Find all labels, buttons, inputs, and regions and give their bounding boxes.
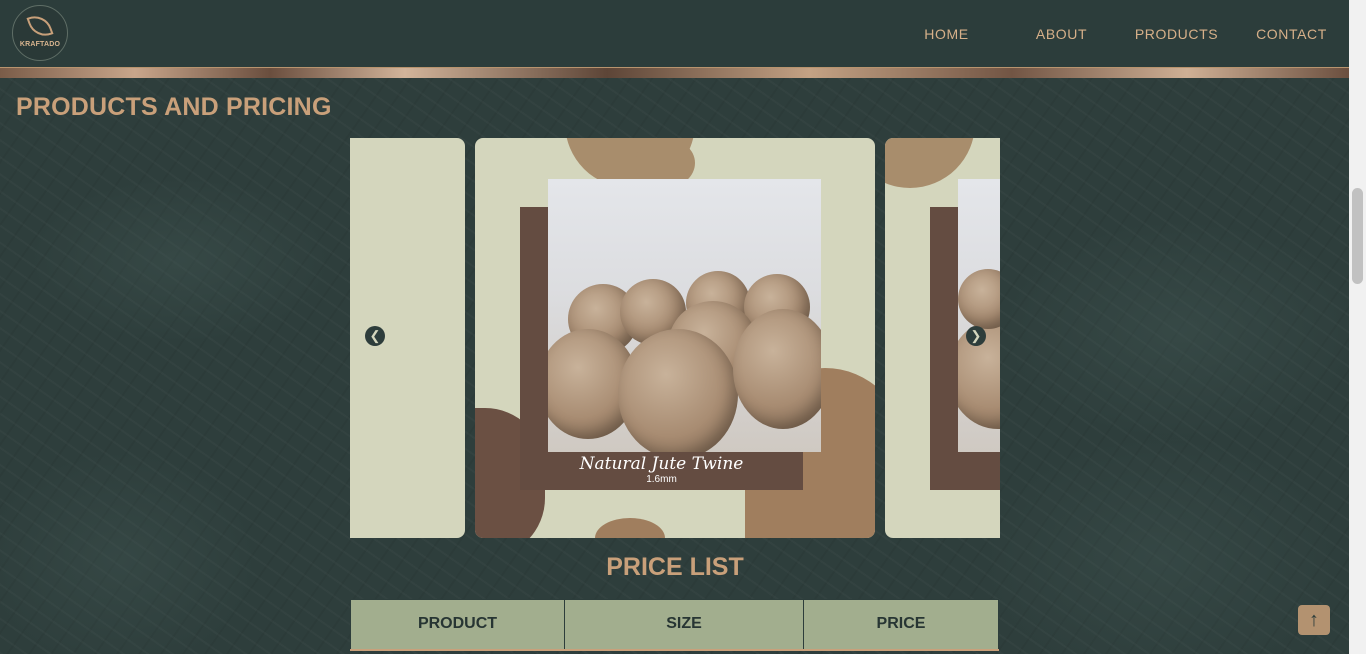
- slide-decoration: [595, 518, 665, 538]
- chevron-right-icon[interactable]: ❯: [966, 326, 986, 346]
- arrow-up-icon[interactable]: ↑: [1298, 605, 1330, 635]
- scrollbar[interactable]: [1349, 0, 1366, 654]
- products-section-title: PRODUCTS AND PRICING: [16, 93, 332, 121]
- main-nav: HOME ABOUT PRODUCTS CONTACT: [889, 0, 1349, 67]
- product-label: Natural Jute Twine 1.6mm: [520, 452, 803, 490]
- product-size: 1.6mm: [646, 474, 677, 485]
- column-header-price: PRICE: [803, 599, 999, 651]
- product-carousel[interactable]: Natural Jute Twine 1.6mm: [350, 138, 1000, 538]
- price-table: PRODUCT SIZE PRICE: [350, 599, 999, 651]
- product-name: Natural Jute Twine: [579, 454, 744, 474]
- leaf-icon: [26, 11, 54, 41]
- jute-twine-photo: [548, 179, 821, 452]
- jute-twine-photo: [958, 179, 1000, 452]
- twine-ball: [733, 309, 821, 429]
- nav-about[interactable]: ABOUT: [1004, 26, 1119, 42]
- logo[interactable]: KRAFTADO: [12, 5, 68, 61]
- nav-contact[interactable]: CONTACT: [1234, 26, 1349, 42]
- nav-home[interactable]: HOME: [889, 26, 1004, 42]
- column-header-product: PRODUCT: [350, 599, 565, 651]
- logo-text: KRAFTADO: [19, 41, 61, 48]
- column-header-size: SIZE: [564, 599, 804, 651]
- carousel-slide-active[interactable]: Natural Jute Twine 1.6mm: [475, 138, 875, 538]
- table-header-row: PRODUCT SIZE PRICE: [350, 599, 999, 651]
- site-header: KRAFTADO HOME ABOUT PRODUCTS CONTACT: [0, 0, 1349, 67]
- chevron-left-icon[interactable]: ❮: [365, 326, 385, 346]
- hero-image-strip: [0, 67, 1349, 78]
- twine-ball: [618, 329, 738, 452]
- scrollbar-thumb[interactable]: [1352, 188, 1363, 284]
- twine-ball: [958, 269, 1000, 329]
- nav-products[interactable]: PRODUCTS: [1119, 26, 1234, 42]
- price-list-title: PRICE LIST: [606, 553, 744, 581]
